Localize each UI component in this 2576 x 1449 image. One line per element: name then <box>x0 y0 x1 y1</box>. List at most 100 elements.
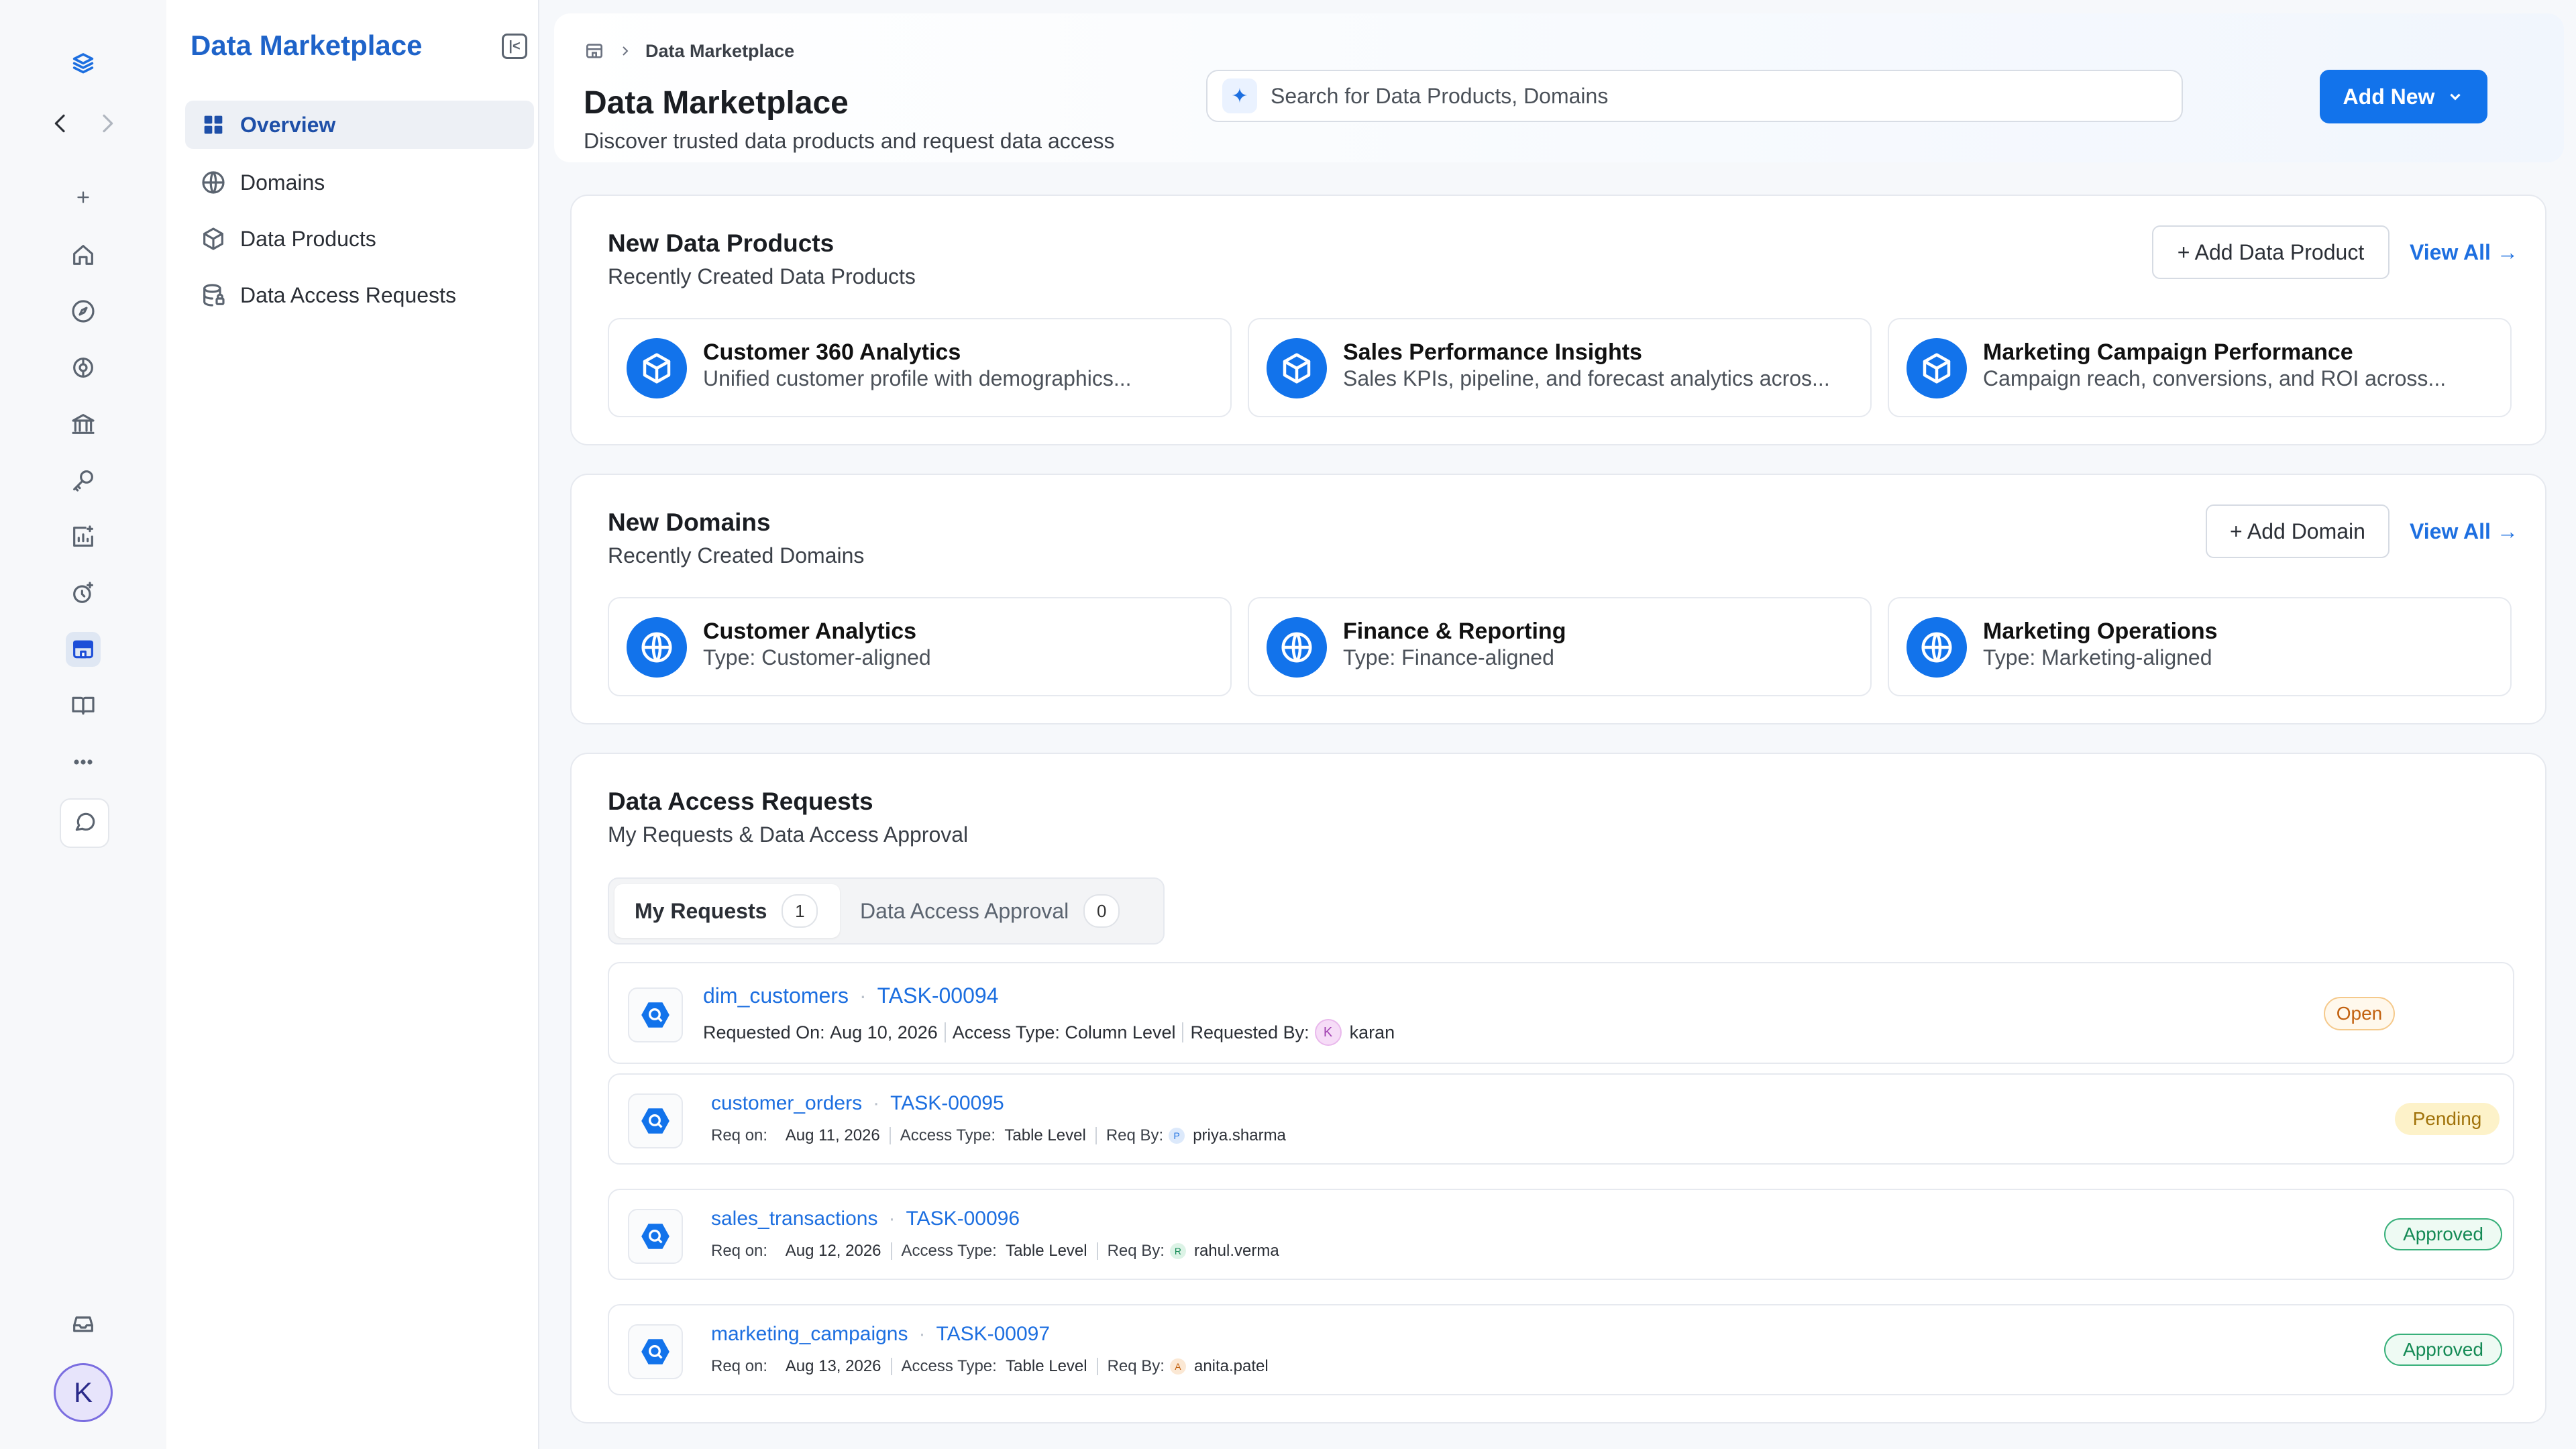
new-domains-section: New Domains Recently Created Domains + A… <box>570 474 2546 724</box>
request-date: Aug 11, 2026 <box>785 1126 880 1144</box>
chat-icon[interactable] <box>60 798 109 848</box>
sidebar-item-data-access-requests[interactable]: Data Access Requests <box>185 271 534 319</box>
access-type: Table Level <box>1004 1126 1086 1144</box>
domain-card[interactable]: Marketing Operations Type: Marketing-ali… <box>1888 597 2512 696</box>
sidebar-title: Data Marketplace <box>191 30 423 61</box>
tab-data-access-approval[interactable]: Data Access Approval 0 <box>845 884 1161 938</box>
user-avatar: K <box>1314 1019 1342 1046</box>
add-new-button[interactable]: Add New <box>2320 70 2487 123</box>
add-data-product-button[interactable]: + Add Data Product <box>2152 225 2390 279</box>
request-title: sales_transactions · TASK-00096 <box>711 1208 1020 1230</box>
inbox-icon[interactable] <box>66 1307 101 1342</box>
asset-link[interactable]: sales_transactions <box>711 1208 877 1230</box>
asset-link[interactable]: marketing_campaigns <box>711 1323 908 1346</box>
access-label: Access Type: <box>952 1022 1060 1042</box>
home-icon[interactable] <box>66 237 101 272</box>
product-name: Marketing Campaign Performance <box>1983 339 2353 365</box>
status-badge: Pending <box>2395 1103 2500 1135</box>
asset-link[interactable]: customer_orders <box>711 1092 862 1115</box>
domain-name: Finance & Reporting <box>1343 619 1566 644</box>
asset-link[interactable]: dim_customers <box>703 983 849 1008</box>
date-label: Requested On: <box>703 1022 825 1042</box>
access-type: Table Level <box>1006 1357 1087 1375</box>
compass-icon[interactable] <box>66 294 101 329</box>
book-icon[interactable] <box>66 688 101 723</box>
user-avatar: P <box>1169 1128 1185 1144</box>
access-label: Access Type: <box>900 1126 996 1144</box>
requested-by-label: Requested By: <box>1190 1022 1309 1042</box>
marketplace-icon[interactable] <box>66 632 101 667</box>
back-icon[interactable] <box>43 106 78 141</box>
chevron-down-icon <box>2450 93 2461 101</box>
bigquery-icon <box>628 1324 683 1379</box>
more-icon[interactable] <box>66 745 101 780</box>
cube-icon <box>1267 338 1327 398</box>
view-all-products-link[interactable]: View All → <box>2410 240 2518 265</box>
sidebar-item-label: Data Products <box>240 226 376 251</box>
product-description: Campaign reach, conversions, and ROI acr… <box>1983 366 2447 390</box>
bigquery-icon <box>628 1209 683 1264</box>
grid-icon <box>204 115 223 134</box>
plus-icon[interactable] <box>66 180 101 215</box>
collapse-sidebar-icon[interactable]: |< <box>502 34 527 59</box>
access-label: Access Type: <box>901 1242 997 1260</box>
search-bar[interactable]: ✦ <box>1206 70 2183 122</box>
side-navigation: Data Marketplace |< Overview Domains Dat… <box>166 0 539 1449</box>
page-title: Data Marketplace <box>584 85 849 121</box>
icon-rail: K <box>0 0 166 1449</box>
bank-icon[interactable] <box>66 407 101 441</box>
request-row[interactable]: customer_orders · TASK-00095 Req on: Aug… <box>608 1073 2514 1165</box>
task-link[interactable]: TASK-00094 <box>877 983 999 1008</box>
task-link[interactable]: TASK-00095 <box>890 1092 1004 1115</box>
request-title: marketing_campaigns · TASK-00097 <box>711 1323 1051 1346</box>
tab-count: 1 <box>782 894 818 928</box>
access-type: Table Level <box>1006 1242 1087 1260</box>
requested-by-label: Req By: <box>1106 1126 1164 1144</box>
clock-spark-icon[interactable] <box>66 576 101 610</box>
marketplace-icon[interactable] <box>584 40 605 62</box>
add-domain-button[interactable]: + Add Domain <box>2206 504 2390 558</box>
status-badge: Open <box>2324 997 2395 1030</box>
section-subtitle: My Requests & Data Access Approval <box>608 822 969 847</box>
cube-icon <box>1907 338 1967 398</box>
sidebar-item-data-products[interactable]: Data Products <box>185 215 534 263</box>
data-product-card[interactable]: Customer 360 Analytics Unified customer … <box>608 318 1232 417</box>
globe-icon <box>1907 617 1967 678</box>
governance-icon[interactable] <box>66 350 101 385</box>
domain-type: Type: Marketing-aligned <box>1983 645 2212 669</box>
page-header: Data Marketplace Data Marketplace Discov… <box>554 13 2564 162</box>
request-date: Aug 12, 2026 <box>785 1242 881 1260</box>
access-label: Access Type: <box>901 1357 997 1375</box>
key-icon[interactable] <box>66 463 101 498</box>
user-avatar: A <box>1169 1358 1186 1375</box>
request-meta: Req on: Aug 11, 2026 Access Type: Table … <box>711 1126 1286 1146</box>
chevron-right-icon <box>623 46 629 56</box>
insights-icon[interactable] <box>66 519 101 554</box>
sidebar-item-domains[interactable]: Domains <box>185 158 534 207</box>
request-row[interactable]: dim_customers · TASK-00094 Requested On:… <box>608 962 2514 1064</box>
forward-icon[interactable] <box>90 106 125 141</box>
status-badge: Approved <box>2384 1334 2502 1366</box>
data-product-card[interactable]: Marketing Campaign Performance Campaign … <box>1888 318 2512 417</box>
tab-label: My Requests <box>635 898 767 923</box>
request-row[interactable]: sales_transactions · TASK-00096 Req on: … <box>608 1189 2514 1280</box>
sidebar-item-overview[interactable]: Overview <box>185 101 534 149</box>
requester-name: anita.patel <box>1193 1357 1269 1375</box>
task-link[interactable]: TASK-00097 <box>936 1323 1050 1346</box>
product-name: Sales Performance Insights <box>1343 339 1642 365</box>
tab-my-requests[interactable]: My Requests 1 <box>614 884 840 938</box>
user-avatar[interactable]: K <box>54 1363 113 1422</box>
data-product-card[interactable]: Sales Performance Insights Sales KPIs, p… <box>1248 318 1872 417</box>
task-link[interactable]: TASK-00096 <box>906 1208 1020 1230</box>
request-title: customer_orders · TASK-00095 <box>711 1092 1004 1115</box>
request-tabs: My Requests 1 Data Access Approval 0 <box>608 877 1165 945</box>
section-title: New Domains <box>608 508 771 536</box>
domain-card[interactable]: Customer Analytics Type: Customer-aligne… <box>608 597 1232 696</box>
view-all-domains-link[interactable]: View All → <box>2410 519 2518 544</box>
request-row[interactable]: marketing_campaigns · TASK-00097 Req on:… <box>608 1304 2514 1395</box>
domain-card[interactable]: Finance & Reporting Type: Finance-aligne… <box>1248 597 1872 696</box>
logo-icon[interactable] <box>66 47 101 82</box>
search-input[interactable] <box>1269 83 2144 109</box>
globe-icon <box>627 617 687 678</box>
requested-by-label: Req By: <box>1107 1357 1165 1375</box>
